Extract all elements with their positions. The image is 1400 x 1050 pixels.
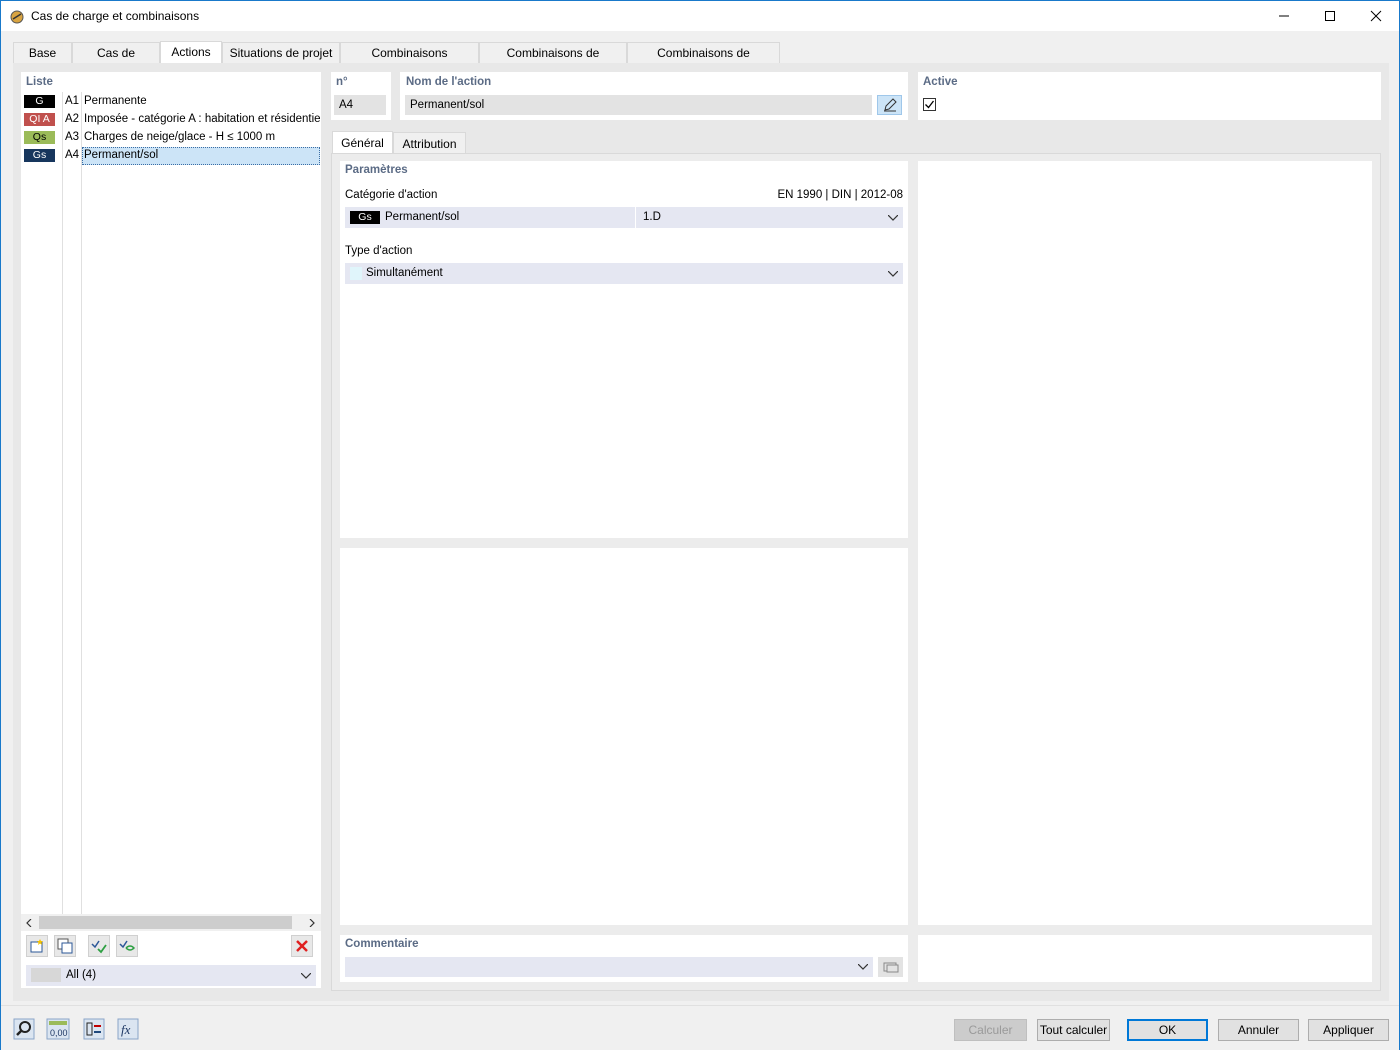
list-item-number: A4 (65, 149, 80, 161)
parameters-title: Paramètres (345, 164, 408, 176)
list-item[interactable]: G A1 Permanente (21, 93, 317, 111)
action-category-badge: G (24, 95, 55, 108)
delete-icon[interactable] (291, 935, 313, 957)
chevron-down-icon (857, 957, 869, 977)
tab-base[interactable]: Base (13, 42, 72, 64)
cancel-button[interactable]: Annuler (1218, 1019, 1299, 1041)
checkmark-icon (925, 100, 935, 109)
copy-action-button[interactable] (54, 935, 76, 957)
list-item[interactable]: QI A A2 Imposée - catégorie A : habitati… (21, 111, 320, 129)
dropdown-column-divider (635, 207, 636, 228)
comment-library-button[interactable] (878, 957, 903, 977)
list-panel: Liste G A1 Permanente QI A A2 Imposée - … (21, 72, 321, 988)
units-icon[interactable]: 0,00 (45, 1017, 71, 1041)
action-name-label: Nom de l'action (406, 76, 492, 88)
tab-result-combinations[interactable]: Combinaisons de résultats (627, 42, 780, 81)
comment-title: Commentaire (345, 938, 419, 950)
tab-design-situations[interactable]: Situations de projet (222, 42, 340, 64)
action-category-label: Catégorie d'action (345, 189, 438, 201)
comment-input[interactable] (345, 957, 873, 977)
close-window-button[interactable] (1353, 1, 1399, 31)
calculate-all-button[interactable]: Tout calculer (1037, 1019, 1110, 1041)
tab-load-cases[interactable]: Cas de charge (72, 42, 160, 81)
chevron-down-icon (887, 263, 899, 284)
list-column-divider (81, 92, 82, 914)
action-name-panel: Nom de l'action Permanent/sol (400, 72, 908, 120)
calculate-button[interactable]: Calculer (954, 1019, 1027, 1041)
category-badge: Gs (350, 211, 380, 224)
active-label: Active (923, 76, 958, 88)
number-field[interactable]: A4 (334, 95, 386, 115)
list-column-divider (62, 92, 63, 914)
norm-label: EN 1990 | DIN | 2012-08 (777, 189, 903, 201)
tab-action-combinations[interactable]: Combinaisons d'actions (340, 42, 479, 81)
list-item-number: A3 (65, 131, 80, 143)
window-title: Cas de charge et combinaisons (31, 9, 200, 23)
list-item-name: Charges de neige/glace - H ≤ 1000 m (84, 131, 276, 143)
horizontal-scrollbar[interactable] (21, 914, 321, 931)
action-category-badge: Gs (24, 149, 55, 162)
maximize-button[interactable] (1307, 1, 1353, 31)
check-toggle-button[interactable] (116, 935, 138, 957)
list-item-name: Permanente (84, 95, 147, 107)
action-name-field[interactable]: Permanent/sol (405, 95, 872, 115)
apply-button[interactable]: Appliquer (1308, 1019, 1389, 1041)
category-name: Permanent/sol (385, 211, 460, 223)
action-type-label: Type d'action (345, 245, 413, 257)
scroll-thumb[interactable] (39, 916, 292, 929)
list-item-name: Permanent/sol (84, 149, 159, 161)
check-all-button[interactable] (88, 935, 110, 957)
active-checkbox[interactable] (923, 98, 936, 111)
tab-load-combinations[interactable]: Combinaisons de charges (479, 42, 627, 81)
action-type-icon (350, 267, 362, 280)
list-filter-dropdown[interactable]: All (4) (26, 965, 316, 986)
action-type-dropdown[interactable]: Simultanément (345, 263, 903, 284)
comment-side-panel (918, 935, 1372, 982)
action-category-badge: QI A (24, 113, 55, 126)
action-category-badge: Qs (24, 131, 55, 144)
list-title: Liste (26, 76, 53, 88)
title-bar: Cas de charge et combinaisons (1, 1, 1399, 31)
edit-name-button[interactable] (877, 95, 902, 115)
category-code: 1.D (643, 211, 661, 223)
library-icon (883, 962, 898, 973)
active-panel: Active (918, 72, 1381, 120)
tab-general[interactable]: Général (332, 131, 393, 154)
tab-attribution[interactable]: Attribution (393, 132, 466, 154)
number-panel: n° A4 (331, 72, 391, 120)
scroll-right-arrow[interactable] (306, 916, 318, 929)
filter-value: All (4) (66, 969, 97, 981)
parameters-panel: Paramètres Catégorie d'action EN 1990 | … (340, 161, 908, 538)
structure-icon[interactable] (81, 1017, 107, 1041)
details-panel (340, 548, 908, 925)
action-category-dropdown[interactable]: Gs Permanent/sol 1.D (345, 207, 903, 228)
tab-actions[interactable]: Actions (160, 41, 222, 64)
list-item-number: A2 (65, 113, 80, 125)
search-icon[interactable] (11, 1017, 37, 1041)
dialog-window: Cas de charge et combinaisons Base Cas d… (0, 0, 1400, 1050)
filter-color-swatch (31, 968, 61, 982)
svg-text:fx: fx (121, 1022, 131, 1037)
minimize-button[interactable] (1261, 1, 1307, 31)
actions-list[interactable]: G A1 Permanente QI A A2 Imposée - catégo… (21, 92, 321, 914)
preview-panel (918, 161, 1372, 925)
comment-panel: Commentaire (340, 935, 908, 982)
list-item[interactable]: Qs A3 Charges de neige/glace - H ≤ 1000 … (21, 129, 317, 147)
chevron-down-icon (300, 965, 312, 986)
app-icon (9, 9, 25, 25)
chevron-down-icon (887, 207, 899, 228)
edit-icon (883, 98, 897, 112)
list-item-name: Imposée - catégorie A : habitation et ré… (84, 113, 320, 125)
number-label: n° (336, 76, 348, 88)
list-item-number: A1 (65, 95, 80, 107)
formula-icon[interactable]: fx (115, 1017, 141, 1041)
ok-button[interactable]: OK (1127, 1019, 1208, 1041)
new-action-button[interactable] (26, 935, 48, 957)
action-type-value: Simultanément (366, 267, 443, 279)
scroll-left-arrow[interactable] (23, 916, 35, 929)
svg-text:0,00: 0,00 (50, 1028, 68, 1038)
list-item-selected[interactable]: Gs A4 Permanent/sol (21, 147, 320, 165)
